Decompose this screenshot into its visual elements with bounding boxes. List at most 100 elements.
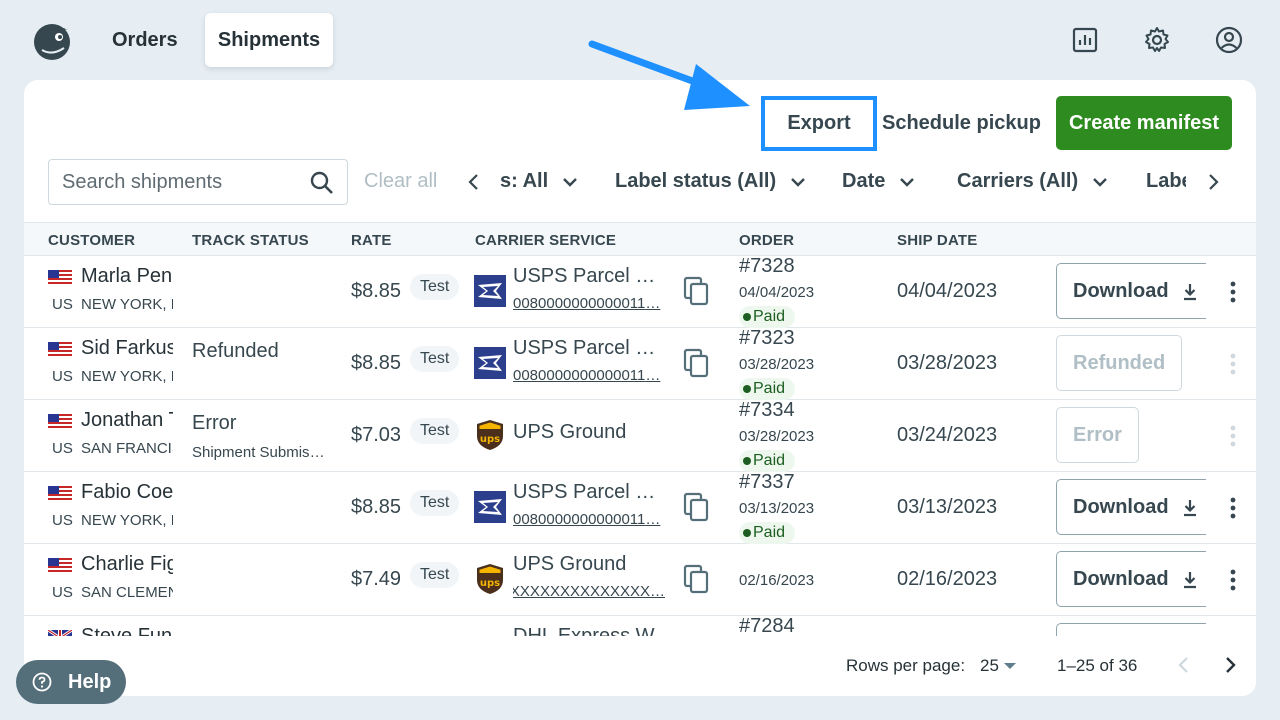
test-badge: Test [410,418,460,444]
us-flag-icon [48,414,72,430]
paid-badge: Paid [739,378,796,400]
copy-icon[interactable] [682,564,710,594]
ship-date: 03/24/2023 [897,424,998,446]
more-options-icon[interactable] [1224,496,1242,520]
header-rate[interactable]: RATE [351,232,392,249]
us-flag-icon [48,270,72,286]
customer-name: Steve Fung [81,625,173,636]
error-button: Error [1056,407,1139,463]
order-number[interactable]: #7334 [739,399,795,422]
tracking-number[interactable]: …0080000000000011 [513,367,665,384]
customer-city: NEW YORK, NY [81,512,173,529]
customer-name: Sid Farkus [81,337,173,359]
header-ship-date[interactable]: SHIP DATE [897,232,977,249]
copy-icon[interactable] [682,276,710,306]
order-date: 02/16/2023 [739,572,815,589]
export-button[interactable]: Export [761,96,877,151]
table-row[interactable]: Marla Penn US NEW YORK, NY $8.85 Test US… [24,256,1256,328]
table-row[interactable]: Steve Fung DHL Express W #7284 [24,615,1256,636]
copy-icon[interactable] [682,492,710,522]
svg-text:ups: ups [480,434,500,445]
customer-name: Marla Penn [81,265,173,287]
download-label: Download [1073,568,1169,590]
table-row[interactable]: Jonathan T US SAN FRANCISCO Error Shipme… [24,399,1256,472]
reports-icon[interactable] [1071,26,1099,54]
copy-icon[interactable] [682,348,710,378]
table-row[interactable]: Sid Farkus US NEW YORK, NY Refunded $8.8… [24,327,1256,400]
create-manifest-button[interactable]: Create manifest [1056,96,1232,150]
track-status: Refunded [192,340,279,362]
customer-country: US [52,368,73,385]
customer-city: NEW YORK, NY [81,296,173,313]
chevron-down-icon [791,177,805,187]
gear-icon[interactable] [1143,26,1171,54]
more-options-icon [1224,424,1242,448]
filter-carriers[interactable]: Carriers (All) [957,170,1108,193]
order-date: 03/13/2023 [739,500,815,517]
ship-date: 04/04/2023 [897,280,998,302]
download-button[interactable] [1056,623,1206,636]
header-customer[interactable]: CUSTOMER [48,232,135,249]
clear-all-button[interactable]: Clear all [364,170,437,193]
filter-label-status[interactable]: Label status (All) [615,170,806,193]
page-range: 1–25 of 36 [1057,656,1138,675]
tracking-number[interactable]: …XXXXXXXXXXXXXXX [513,583,665,600]
download-icon [1184,572,1196,589]
customer-name: Jonathan T [81,409,173,431]
download-button[interactable]: Download [1056,551,1206,607]
download-button[interactable]: Download [1056,479,1206,535]
order-number[interactable]: #7337 [739,471,795,494]
search-icon[interactable] [309,170,335,196]
help-label: Help [68,671,112,693]
usps-logo-icon [474,275,506,307]
help-button[interactable]: Help [16,660,126,704]
order-number[interactable]: #7323 [739,327,795,350]
tab-orders[interactable]: Orders [96,13,194,67]
rate-value: $8.85 [351,280,402,302]
ship-date: 03/28/2023 [897,352,998,374]
usps-logo-icon [474,347,506,379]
account-icon[interactable] [1215,26,1243,54]
logo-icon[interactable] [32,20,74,62]
more-options-icon [1224,352,1242,376]
schedule-pickup-button[interactable]: Schedule pickup [882,96,1041,151]
download-label: Download [1073,496,1169,518]
tab-shipments[interactable]: Shipments [205,13,333,67]
pagination-bar: Rows per page: 25 1–25 of 36 [24,636,1256,696]
header-order[interactable]: ORDER [739,232,794,249]
rate-value: $8.85 [351,496,402,518]
more-options-icon[interactable] [1224,568,1242,592]
carrier-service: DHL Express W [513,625,655,636]
filter-status[interactable]: s: All [500,170,578,193]
ups-logo-icon: ups [474,419,506,451]
search-input[interactable] [49,160,289,204]
table-row[interactable]: Charlie Fig US SAN CLEMENTE $7.49 Test u… [24,544,1256,616]
filter-date[interactable]: Date [842,170,915,193]
filter-label: Carriers (All) [957,170,1079,192]
table-row[interactable]: Fabio Coel US NEW YORK, NY $8.85 Test US… [24,471,1256,544]
header-carrier-service[interactable]: CARRIER SERVICE [475,232,616,249]
customer-name: Charlie Fig [81,553,173,575]
customer-country: US [52,512,73,529]
ship-date: 02/16/2023 [897,568,998,590]
rate-value: $7.03 [351,424,402,446]
next-page-icon[interactable] [1222,654,1238,676]
carrier-service: USPS Parcel Select [513,265,665,287]
filter-labels[interactable]: Labe [1146,170,1186,193]
header-track-status[interactable]: TRACK STATUS [192,232,309,249]
test-badge: Test [410,274,460,300]
order-number[interactable]: #7284 [739,615,795,636]
more-options-icon[interactable] [1224,280,1242,304]
order-number[interactable]: #7328 [739,256,795,278]
filters-scroll-left-icon[interactable] [464,170,484,194]
caret-down-icon[interactable] [1004,663,1016,669]
order-date: 03/28/2023 [739,428,815,445]
tracking-number[interactable]: …0080000000000011 [513,295,665,312]
tracking-number[interactable]: …0080000000000011 [513,511,665,528]
test-badge: Test [410,490,460,516]
rows-per-page-select[interactable]: 25 [980,656,999,676]
filters-scroll-right-icon[interactable] [1203,170,1223,194]
chevron-down-icon [1093,177,1108,187]
download-button[interactable]: Download [1056,263,1206,319]
paid-badge: Paid [739,450,796,472]
